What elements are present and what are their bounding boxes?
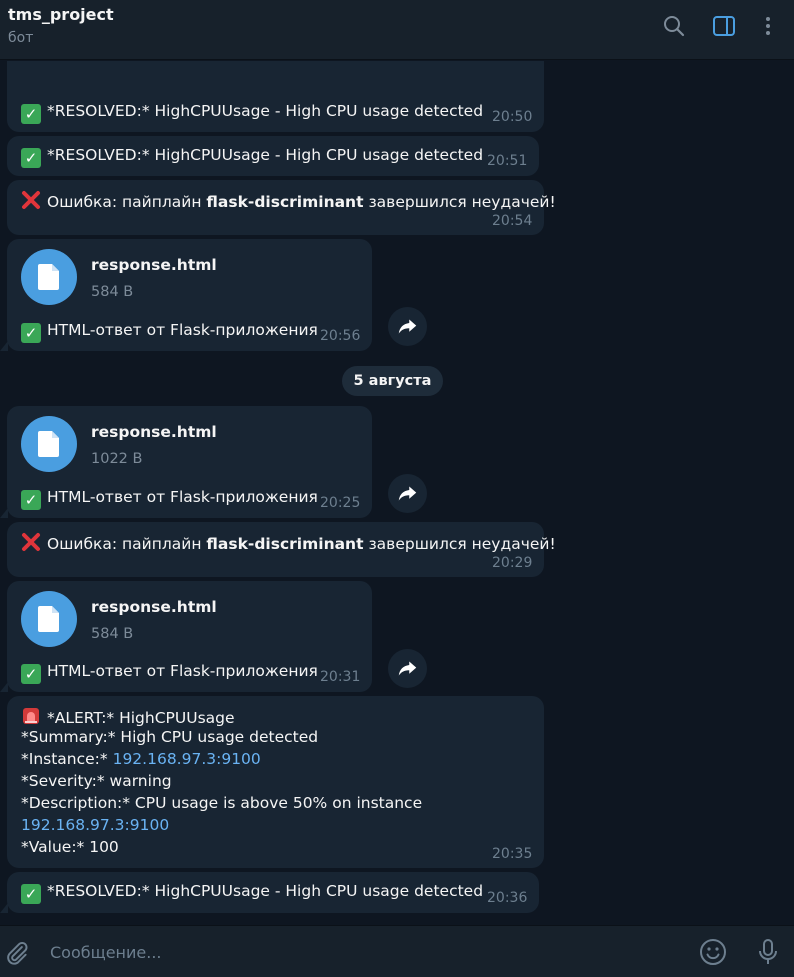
more-vertical-icon[interactable] xyxy=(756,14,780,38)
message-time: 20:35 xyxy=(492,846,533,862)
share-button[interactable] xyxy=(388,474,427,513)
alert-line: *Instance:* 192.168.97.3:9100 xyxy=(21,750,261,768)
date-separator: 5 августа xyxy=(342,366,443,396)
file-icon[interactable] xyxy=(21,249,77,305)
siren-emoji xyxy=(21,706,41,726)
message-bubble[interactable]: ✓ *RESOLVED:* HighCPUUsage - High CPU usa… xyxy=(7,61,544,132)
paperclip-icon[interactable] xyxy=(4,940,30,970)
cross-mark-emoji xyxy=(21,190,41,210)
check-mark-emoji: ✓ xyxy=(21,664,41,684)
message-text: ✓ *RESOLVED:* HighCPUUsage - High CPU usa… xyxy=(21,102,483,124)
check-mark-emoji: ✓ xyxy=(21,104,41,124)
alert-message[interactable]: *ALERT:* HighCPUUsage *Summary:* High CP… xyxy=(7,696,544,868)
message-time: 20:31 xyxy=(320,669,361,685)
message-time: 20:25 xyxy=(320,495,361,511)
message-text: ✓ *RESOLVED:* HighCPUUsage - High CPU usa… xyxy=(21,882,483,904)
file-size: 584 B xyxy=(91,626,134,642)
sidebar-toggle-icon[interactable] xyxy=(712,14,736,38)
chat-status: бот xyxy=(8,30,34,46)
file-name[interactable]: response.html xyxy=(91,423,217,441)
emoji-icon[interactable] xyxy=(699,938,727,970)
check-mark-emoji: ✓ xyxy=(21,884,41,904)
check-mark-emoji: ✓ xyxy=(21,490,41,510)
microphone-icon[interactable] xyxy=(755,938,781,970)
file-icon[interactable] xyxy=(21,416,77,472)
message-time: 20:56 xyxy=(320,328,361,344)
message-time: 20:51 xyxy=(487,153,528,169)
alert-line: *ALERT:* HighCPUUsage xyxy=(21,706,235,727)
share-button[interactable] xyxy=(388,307,427,346)
file-size: 584 B xyxy=(91,284,134,300)
chat-title[interactable]: tms_project xyxy=(8,5,114,24)
check-mark-emoji: ✓ xyxy=(21,148,41,168)
message-time: 20:36 xyxy=(487,890,528,906)
message-time: 20:29 xyxy=(492,555,533,571)
message-bubble[interactable]: Ошибка: пайплайн flask-discriminant заве… xyxy=(7,522,556,577)
message-text: ✓ *RESOLVED:* HighCPUUsage - High CPU usa… xyxy=(21,146,483,168)
message-list[interactable]: ✓ *RESOLVED:* HighCPUUsage - High CPU usa… xyxy=(0,61,794,925)
message-text: Ошибка: пайплайн flask-discriminant заве… xyxy=(21,532,556,553)
file-message[interactable]: response.html 1022 B ✓ HTML-ответ от Flas… xyxy=(0,406,372,518)
file-message[interactable]: response.html 584 B ✓ HTML-ответ от Flask… xyxy=(0,581,372,692)
share-button[interactable] xyxy=(388,649,427,688)
cross-mark-emoji xyxy=(21,532,41,552)
alert-line: *Summary:* High CPU usage detected xyxy=(21,728,319,746)
file-name[interactable]: response.html xyxy=(91,598,217,616)
file-message[interactable]: response.html 584 B ✓ HTML-ответ от Flask… xyxy=(0,239,372,351)
message-bubble[interactable]: Ошибка: пайплайн flask-discriminant заве… xyxy=(7,180,556,235)
message-bubble[interactable]: ✓ *RESOLVED:* HighCPUUsage - High CPU usa… xyxy=(0,872,539,913)
instance-link[interactable]: 192.168.97.3:9100 xyxy=(113,750,261,768)
message-composer xyxy=(0,925,794,977)
message-text: Ошибка: пайплайн flask-discriminant заве… xyxy=(21,190,556,211)
share-icon xyxy=(398,319,417,334)
file-name[interactable]: response.html xyxy=(91,256,217,274)
file-caption: ✓ HTML-ответ от Flask-приложения xyxy=(21,488,318,510)
search-icon[interactable] xyxy=(662,14,686,38)
alert-line: *Description:* CPU usage is above 50% on… xyxy=(21,794,423,812)
chat-header: tms_project бот xyxy=(0,0,794,60)
alert-line: *Severity:* warning xyxy=(21,772,172,790)
alert-line: *Value:* 100 xyxy=(21,838,119,856)
file-icon[interactable] xyxy=(21,591,77,647)
file-caption: ✓ HTML-ответ от Flask-приложения xyxy=(21,662,318,684)
message-time: 20:54 xyxy=(492,213,533,229)
message-time: 20:50 xyxy=(492,109,533,125)
message-input[interactable] xyxy=(50,938,670,966)
instance-link[interactable]: 192.168.97.3:9100 xyxy=(21,816,169,834)
alert-line: 192.168.97.3:9100 xyxy=(21,816,169,834)
message-bubble[interactable]: ✓ *RESOLVED:* HighCPUUsage - High CPU usa… xyxy=(7,136,539,176)
share-icon xyxy=(398,661,417,676)
file-size: 1022 B xyxy=(91,451,143,467)
share-icon xyxy=(398,486,417,501)
file-caption: ✓ HTML-ответ от Flask-приложения xyxy=(21,321,318,343)
check-mark-emoji: ✓ xyxy=(21,323,41,343)
